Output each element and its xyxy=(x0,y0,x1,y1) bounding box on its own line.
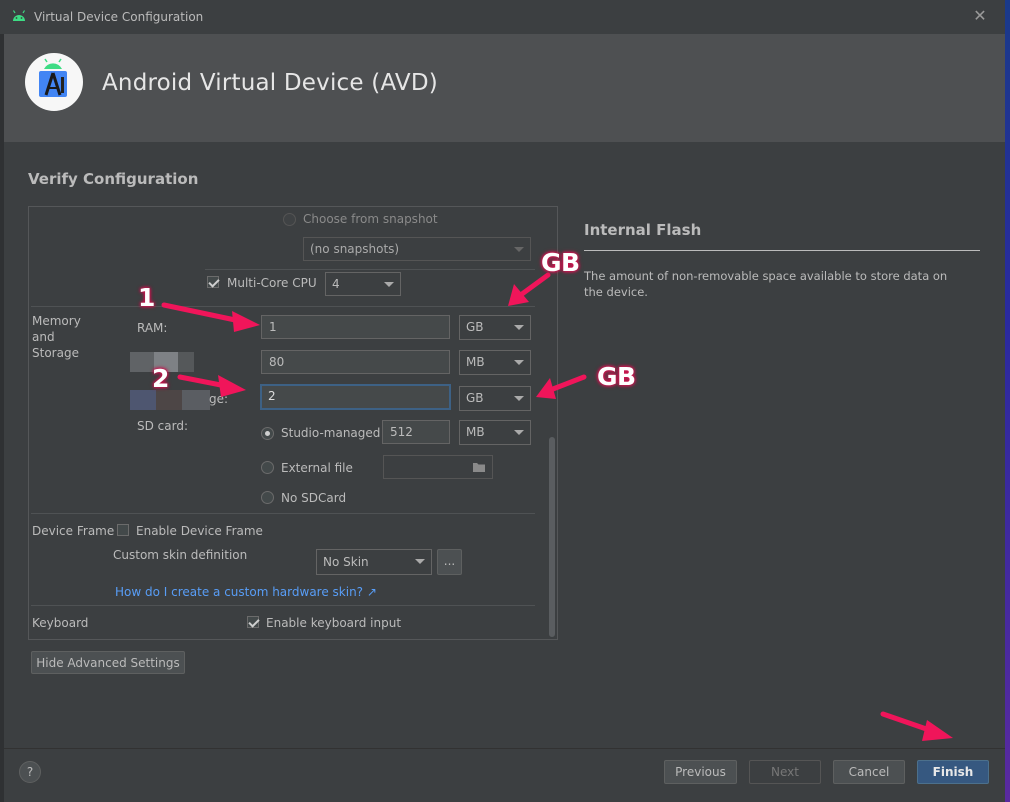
arrow-gb-top-head xyxy=(508,284,529,306)
annotation-gb-top: GB xyxy=(541,248,580,277)
arrow-gb-mid xyxy=(550,374,587,392)
arrow-1 xyxy=(161,302,243,324)
annotation-number-2: 2 xyxy=(152,364,170,393)
arrow-gb-top xyxy=(519,272,551,297)
annotation-arrows xyxy=(161,272,953,741)
arrow-1-head xyxy=(232,311,260,332)
annotation-number-1: 1 xyxy=(138,283,156,312)
arrow-gb-mid-head xyxy=(536,378,556,399)
arrow-finish-head xyxy=(922,720,953,741)
arrow-2-head xyxy=(218,375,246,397)
annotation-gb-mid: GB xyxy=(597,362,636,391)
